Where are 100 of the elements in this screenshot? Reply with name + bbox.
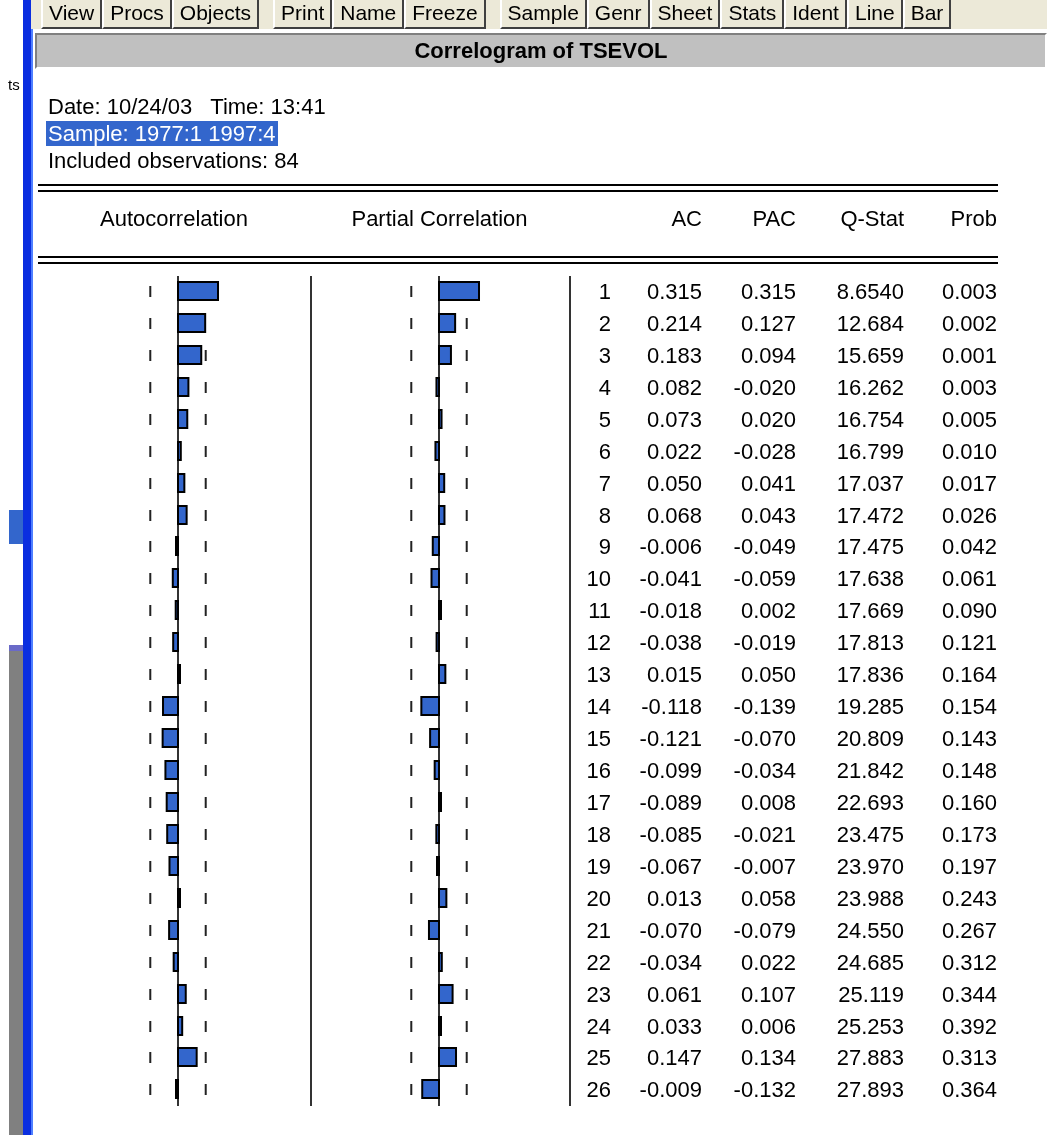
- confidence-bound-tick: [204, 637, 207, 649]
- table-cell-text: 0.002: [940, 309, 997, 338]
- table-cell-text: 17.475: [835, 533, 904, 562]
- lag-number: 2: [569, 307, 611, 340]
- column-header: Partial Correlation: [350, 206, 529, 232]
- table-cell-text: 17.669: [835, 597, 904, 626]
- table-cell-text: 0.315: [739, 277, 796, 306]
- toolbar-button[interactable]: Bar: [902, 0, 952, 29]
- confidence-bound-tick: [149, 285, 152, 297]
- toolbar-button[interactable]: View: [41, 0, 103, 29]
- confidence-bound-tick: [410, 924, 413, 936]
- confidence-bound-tick: [149, 988, 152, 1000]
- table-cell-text: 0.197: [940, 852, 997, 881]
- table-cell-text: 0.022: [645, 437, 702, 466]
- toolbar-button[interactable]: Sheet: [649, 0, 721, 29]
- table-cell-text: 0.033: [645, 1012, 702, 1041]
- confidence-bound-tick: [204, 1052, 207, 1064]
- correlation-bar: [438, 280, 480, 301]
- table-cell-text: 0.001: [940, 341, 997, 370]
- table-cell-text: -0.020: [732, 373, 796, 402]
- confidence-bound-tick: [410, 381, 413, 393]
- table-cell-text: 0.015: [645, 661, 702, 690]
- correlation-bar: [161, 728, 179, 749]
- correlation-bar: [438, 1015, 442, 1036]
- confidence-bound-tick: [465, 605, 468, 617]
- table-cell-text: 0.364: [940, 1076, 997, 1105]
- toolbar-button[interactable]: Name: [332, 0, 405, 29]
- table-cell-text: 0.013: [645, 884, 702, 913]
- table-cell-text: 0.043: [739, 501, 796, 530]
- toolbar-button[interactable]: Stats: [720, 0, 785, 29]
- toolbar-button[interactable]: Line: [846, 0, 903, 29]
- correlation-bar: [435, 823, 440, 844]
- correlation-bar: [177, 983, 187, 1004]
- correlation-bar: [438, 951, 443, 972]
- confidence-bound-tick: [149, 317, 152, 329]
- table-cell-text: -0.079: [732, 916, 796, 945]
- confidence-bound-tick: [465, 860, 468, 872]
- table-cell-text: 24.550: [835, 916, 904, 945]
- column-header: PAC: [751, 206, 796, 232]
- table-cell-text: -0.018: [638, 597, 702, 626]
- table-cell-text: 20.809: [835, 725, 904, 754]
- toolbar-button[interactable]: Freeze: [404, 0, 486, 29]
- table-cell-text: 0.082: [645, 373, 702, 402]
- confidence-bound-tick: [149, 828, 152, 840]
- confidence-bound-tick: [410, 445, 413, 457]
- confidence-bound-tick: [410, 1020, 413, 1032]
- confidence-bound-tick: [410, 573, 413, 585]
- confidence-bound-tick: [149, 413, 152, 425]
- table-cell-text: 25.253: [835, 1012, 904, 1041]
- table-cell-text: 0.058: [739, 884, 796, 913]
- confidence-bound-tick: [410, 828, 413, 840]
- table-cell-text: 23.475: [835, 820, 904, 849]
- confidence-bound-tick: [410, 701, 413, 713]
- table-cell-text: 0.312: [940, 948, 997, 977]
- confidence-bound-tick: [204, 669, 207, 681]
- correlation-bar: [420, 696, 440, 717]
- info-text: Included observations: 84: [47, 148, 300, 173]
- correlation-bar: [166, 823, 179, 844]
- table-cell-text: 0.313: [940, 1044, 997, 1073]
- correlation-bar: [164, 760, 179, 781]
- table-cell-text: 19.285: [835, 693, 904, 722]
- lag-number: 18: [569, 818, 611, 851]
- confidence-bound-tick: [149, 573, 152, 585]
- table-cell-text: 0.148: [940, 757, 997, 786]
- correlation-bar: [435, 632, 440, 653]
- toolbar-button[interactable]: Ident: [784, 0, 847, 29]
- table-cell-text: -0.099: [638, 757, 702, 786]
- confidence-bound-tick: [465, 477, 468, 489]
- toolbar-button[interactable]: Print: [273, 0, 333, 29]
- lag-number: 9: [569, 531, 611, 564]
- confidence-bound-tick: [410, 285, 413, 297]
- table-cell-text: 0.134: [739, 1044, 796, 1073]
- confidence-bound-tick: [204, 956, 207, 968]
- confidence-bound-tick: [410, 1084, 413, 1096]
- correlation-bar: [172, 632, 179, 653]
- toolbar-button[interactable]: Objects: [171, 0, 260, 29]
- table-cell-text: 0.050: [739, 661, 796, 690]
- table-cell-text: -0.021: [732, 820, 796, 849]
- table-cell-text: 23.970: [835, 852, 904, 881]
- confidence-bound-tick: [465, 956, 468, 968]
- correlation-bar: [177, 440, 182, 461]
- table-cell-text: 17.037: [835, 469, 904, 498]
- table-cell-text: -0.085: [638, 820, 702, 849]
- confidence-bound-tick: [465, 924, 468, 936]
- confidence-bound-tick: [410, 1052, 413, 1064]
- table-cell-text: 27.883: [835, 1044, 904, 1073]
- table-cell-text: 0.344: [940, 980, 997, 1009]
- toolbar-button[interactable]: Genr: [586, 0, 650, 29]
- correlation-bar: [177, 1015, 184, 1036]
- toolbar-button[interactable]: Sample: [499, 0, 587, 29]
- toolbar-button[interactable]: Procs: [102, 0, 172, 29]
- confidence-bound-tick: [204, 413, 207, 425]
- confidence-bound-tick: [204, 733, 207, 745]
- window-title: Correlogram of TSEVOL: [414, 38, 668, 64]
- confidence-bound-tick: [465, 988, 468, 1000]
- table-cell-text: -0.059: [732, 565, 796, 594]
- confidence-bound-tick: [410, 509, 413, 521]
- confidence-bound-tick: [465, 1084, 468, 1096]
- confidence-bound-tick: [149, 765, 152, 777]
- table-cell-text: -0.038: [638, 629, 702, 658]
